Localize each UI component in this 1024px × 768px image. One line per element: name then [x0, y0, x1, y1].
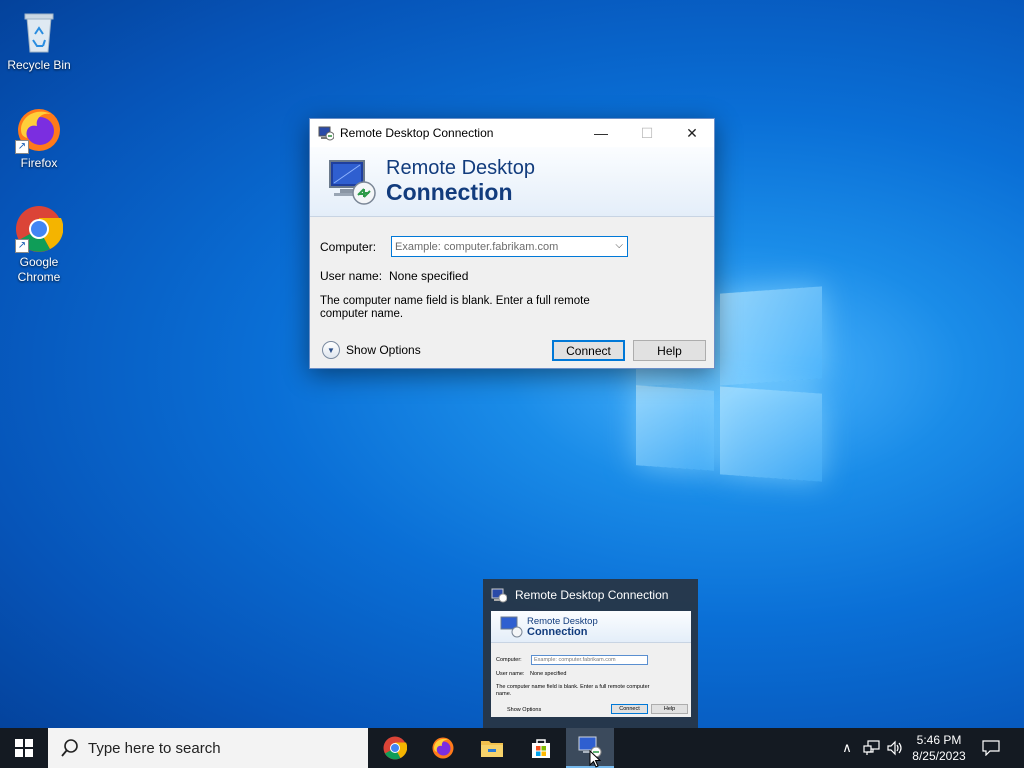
- banner-title-line1: Remote Desktop: [386, 157, 535, 179]
- dialog-title: Remote Desktop Connection: [340, 126, 494, 140]
- notification-icon: [982, 740, 1000, 756]
- preview-title: Remote Desktop Connection: [515, 588, 669, 602]
- remote-desktop-icon: [318, 126, 334, 141]
- connect-button[interactable]: Connect: [552, 340, 625, 361]
- preview-title-bar: Remote Desktop Connection: [491, 587, 668, 603]
- show-options-label: Show Options: [346, 343, 421, 357]
- desktop-icon-label: Recycle Bin: [7, 58, 71, 72]
- shortcut-arrow-icon: ↗: [15, 140, 29, 154]
- taskbar-thumbnail-preview[interactable]: Remote Desktop Connection Remote Desktop…: [483, 579, 698, 729]
- firefox-icon: ↗: [15, 106, 63, 154]
- dialog-titlebar[interactable]: Remote Desktop Connection — ☐ ✕: [310, 119, 714, 147]
- close-button[interactable]: ✕: [669, 119, 715, 147]
- search-placeholder: Type here to search: [88, 739, 221, 757]
- banner-title-line2: Connection: [386, 179, 513, 205]
- computer-combobox[interactable]: ⌵: [391, 236, 628, 257]
- help-button[interactable]: Help: [633, 340, 706, 361]
- preview-help-button: Help: [651, 704, 688, 714]
- maximize-icon: ☐: [640, 124, 654, 141]
- start-button[interactable]: [0, 728, 48, 768]
- remote-desktop-large-icon: [329, 160, 376, 205]
- file-explorer-icon: [481, 741, 503, 757]
- taskbar-search-box[interactable]: Type here to search: [48, 728, 368, 768]
- taskbar-app-file-explorer[interactable]: [468, 728, 516, 768]
- preview-username-label: User name:: [496, 671, 525, 677]
- expand-chevron-icon: ▼: [322, 341, 340, 359]
- network-button[interactable]: [860, 728, 884, 768]
- desktop-icon-firefox[interactable]: ↗ Firefox: [1, 106, 77, 171]
- preview-banner: Remote Desktop Connection: [491, 611, 691, 643]
- shortcut-arrow-icon: ↗: [15, 239, 29, 253]
- dialog-banner: Remote Desktop Connection: [310, 147, 714, 217]
- preview-message-line2: name.: [496, 691, 512, 697]
- computer-input[interactable]: [392, 240, 602, 253]
- desktop-icon-label: Google Chrome: [17, 255, 61, 284]
- show-hidden-icons-button[interactable]: ∧: [838, 728, 856, 768]
- clock-time: 5:46 PM: [916, 733, 962, 747]
- preview-computer-label: Computer:: [496, 657, 522, 663]
- desktop-icon-label: Firefox: [20, 156, 58, 170]
- windows-start-icon: [15, 739, 33, 757]
- taskbar: Type here to search ∧ 5:46 PM 8/25/2023: [0, 728, 1024, 768]
- preview-show-options: Show Options: [507, 707, 542, 713]
- username-label: User name:: [320, 269, 383, 283]
- search-icon: [61, 739, 78, 757]
- recycle-bin-icon: [15, 8, 63, 56]
- preview-connect-button: Connect: [611, 704, 648, 714]
- action-center-button[interactable]: [978, 728, 1004, 768]
- preview-thumbnail: Remote Desktop Connection Computer: Exam…: [491, 611, 691, 717]
- close-icon: ✕: [686, 124, 698, 141]
- mouse-cursor-icon: [589, 750, 601, 768]
- taskbar-clock[interactable]: 5:46 PM 8/25/2023: [900, 732, 978, 764]
- desktop-icon-recycle-bin[interactable]: Recycle Bin: [1, 8, 77, 73]
- preview-computer-input: Example: computer.fabrikam.com: [531, 655, 648, 665]
- preview-message-line1: The computer name field is blank. Enter …: [496, 684, 650, 690]
- taskbar-app-store[interactable]: [517, 728, 565, 768]
- computer-label: Computer:: [320, 240, 377, 254]
- clock-date: 8/25/2023: [912, 749, 966, 763]
- chevron-down-icon[interactable]: ⌵: [615, 240, 623, 251]
- minimize-button[interactable]: —: [578, 119, 624, 147]
- show-options-toggle[interactable]: ▼ Show Options: [322, 341, 421, 359]
- network-icon: [863, 740, 880, 755]
- username-value: None specified: [389, 269, 469, 283]
- preview-username-value: None specified: [530, 671, 567, 677]
- firefox-icon: [432, 737, 454, 759]
- chrome-icon: [383, 736, 407, 760]
- taskbar-app-firefox[interactable]: [419, 728, 467, 768]
- remote-desktop-large-icon: [500, 616, 523, 638]
- maximize-button: ☐: [624, 119, 670, 147]
- taskbar-app-chrome[interactable]: [371, 728, 419, 768]
- remote-desktop-icon: [491, 588, 507, 603]
- validation-message: The computer name field is blank. Enter …: [320, 295, 590, 320]
- desktop-icon-chrome[interactable]: ↗ Google Chrome: [1, 205, 77, 285]
- chrome-icon: ↗: [15, 205, 64, 253]
- rdc-dialog: Remote Desktop Connection — ☐ ✕ Remote D…: [309, 118, 715, 369]
- preview-banner-line2: Connection: [527, 626, 588, 638]
- minimize-icon: —: [594, 125, 608, 141]
- chevron-up-icon: ∧: [842, 740, 852, 755]
- microsoft-store-icon: [532, 739, 550, 758]
